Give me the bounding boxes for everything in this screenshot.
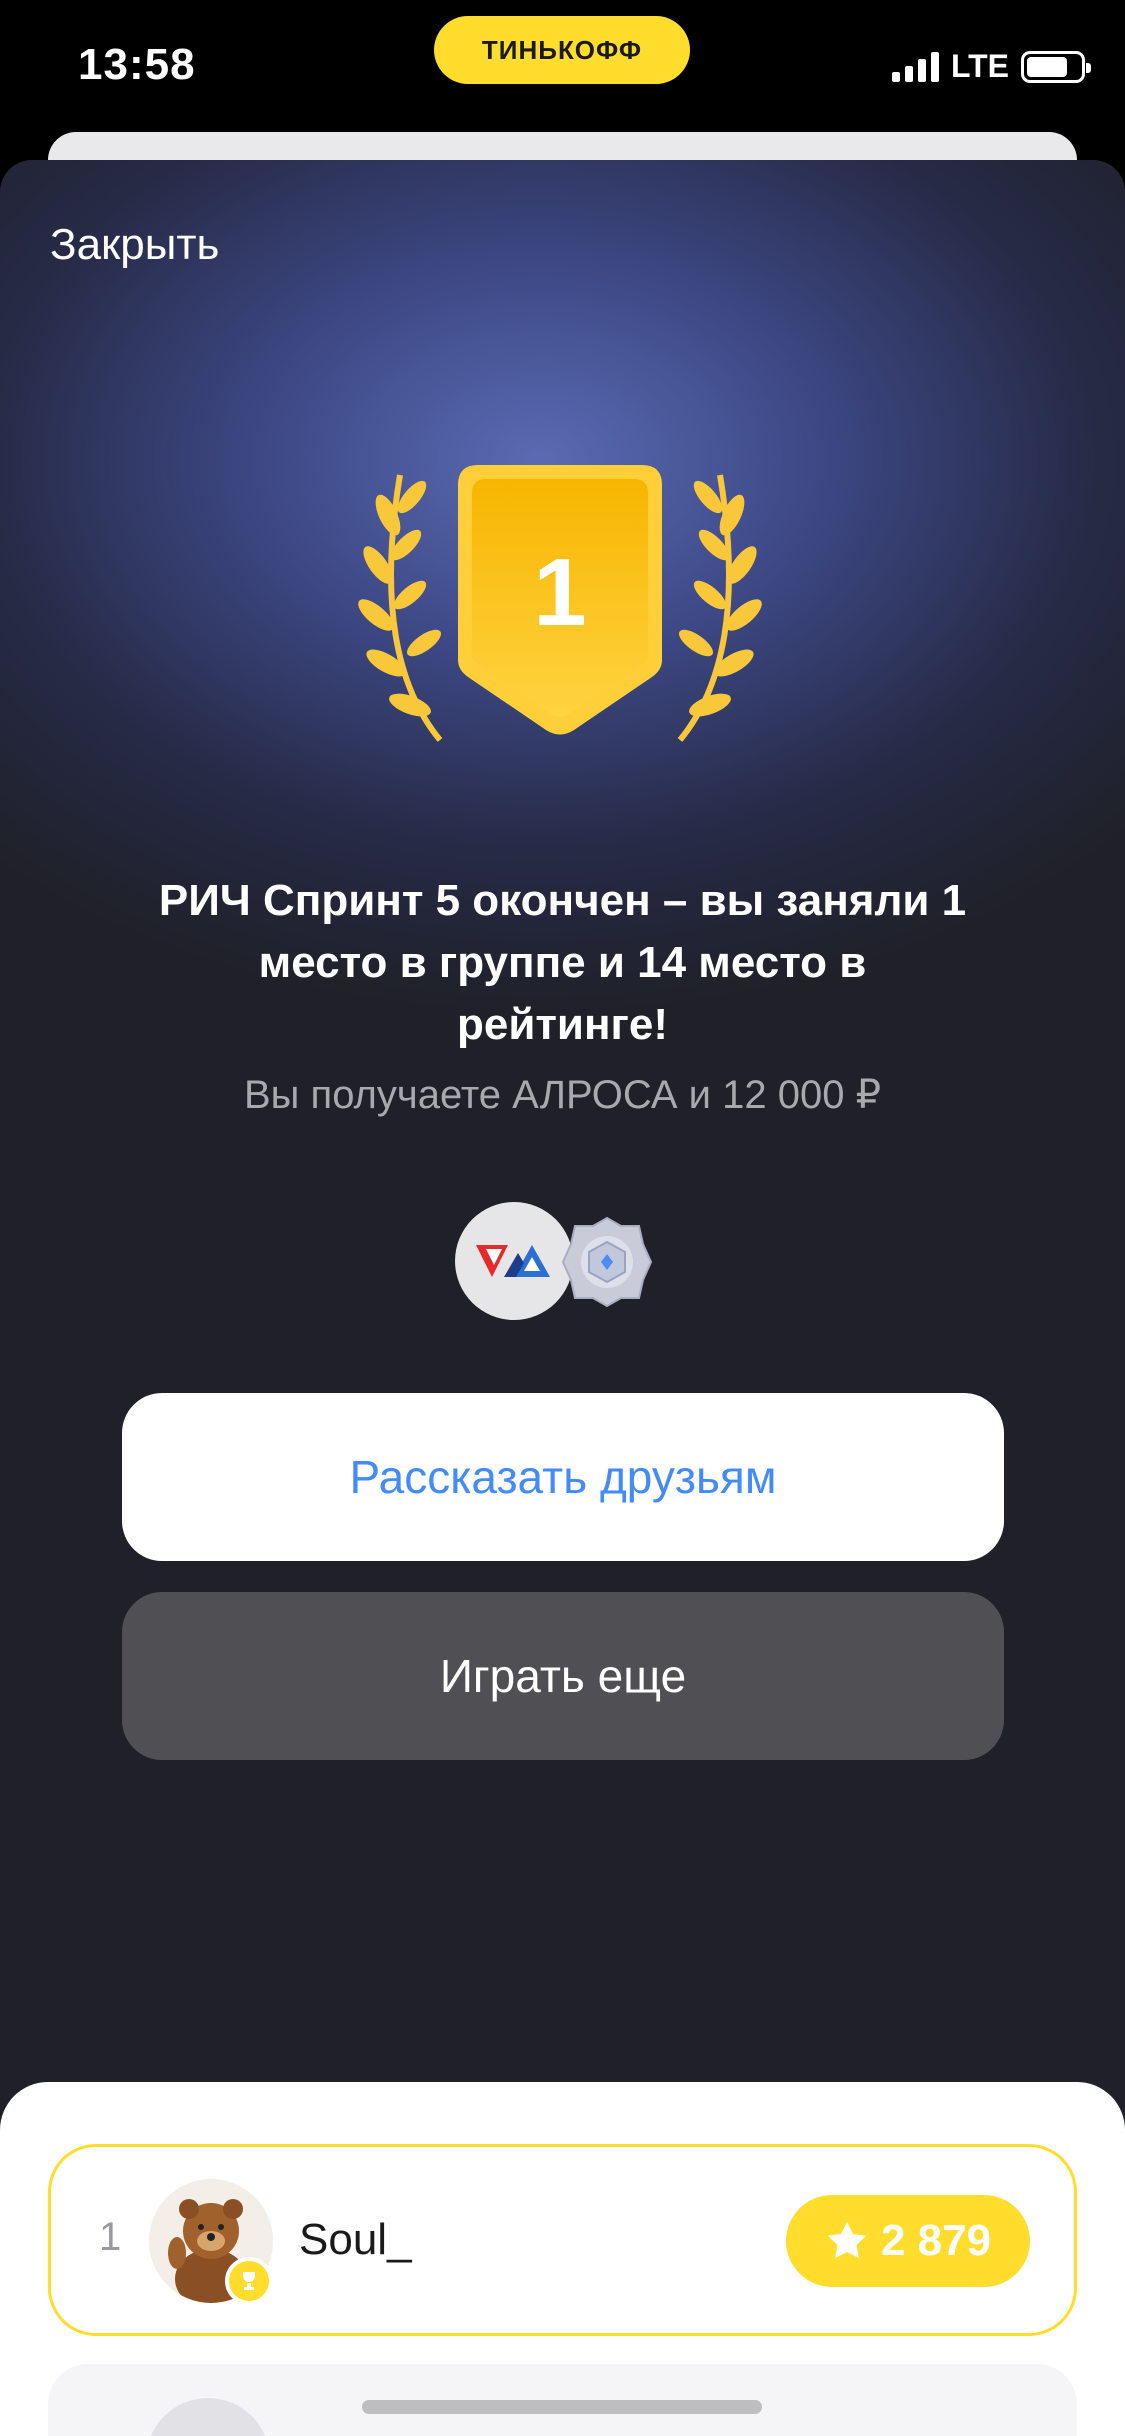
battery-icon bbox=[1021, 50, 1091, 83]
first-place-badge-icon: 1 bbox=[358, 465, 762, 742]
play-again-button[interactable]: Играть еще bbox=[122, 1592, 1004, 1760]
signal-icon bbox=[891, 51, 939, 82]
star-icon bbox=[827, 2221, 867, 2259]
laurel-right-icon bbox=[677, 474, 762, 742]
username: Soul_ bbox=[299, 2215, 412, 2264]
reward-subtitle: Вы получаете АЛРОСА и 12 000 ₽ bbox=[243, 1073, 882, 1117]
score-badge: 2 879 bbox=[786, 2195, 1030, 2287]
score-value: 2 879 bbox=[880, 2216, 992, 2265]
status-icons: LTE bbox=[891, 48, 1091, 85]
close-button[interactable]: Закрыть bbox=[50, 220, 219, 270]
leaderboard-sheet: 1 Soul_ 2 879 bbox=[0, 2082, 1125, 2436]
reward-icons bbox=[455, 1200, 655, 1320]
badge-place-number: 1 bbox=[533, 539, 586, 646]
network-type: LTE bbox=[950, 48, 1009, 84]
status-time: 13:58 bbox=[78, 40, 196, 89]
avatar bbox=[146, 2398, 270, 2436]
alrosa-logo-icon bbox=[455, 1202, 573, 1320]
share-button[interactable]: Рассказать друзьям bbox=[122, 1393, 1004, 1561]
row-rank: 1 bbox=[99, 2215, 122, 2259]
laurel-left-icon bbox=[358, 474, 443, 742]
brand-pill: ТИНЬКОФФ bbox=[434, 16, 690, 84]
status-bar: 13:58 ТИНЬКОФФ LTE bbox=[0, 0, 1125, 150]
home-indicator[interactable] bbox=[362, 2400, 762, 2414]
leaderboard-row-current-user[interactable]: 1 Soul_ 2 879 bbox=[48, 2144, 1077, 2336]
crystal-badge-icon bbox=[561, 1216, 653, 1308]
result-title: РИЧ Спринт 5 окончен – вы заняли 1 место… bbox=[158, 876, 967, 1049]
trophy-badge-icon bbox=[225, 2257, 273, 2305]
